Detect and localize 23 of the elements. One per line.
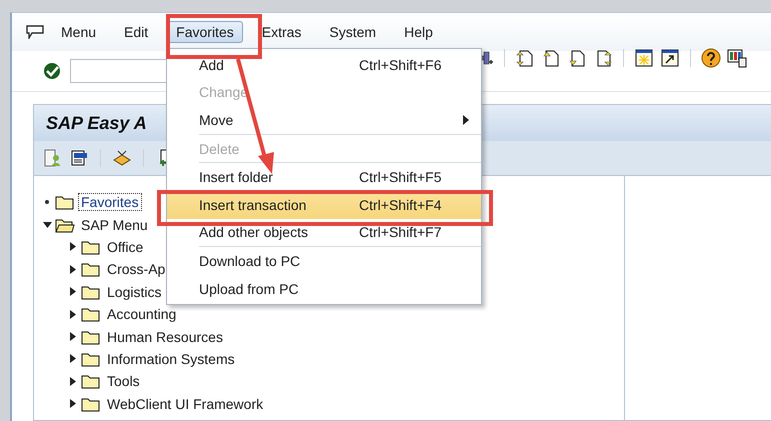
tree-item[interactable]: Logistics	[104, 282, 164, 301]
tree-item[interactable]: Human Resources	[104, 328, 226, 346]
tree-item[interactable]: Office	[104, 238, 146, 256]
tree-item[interactable]: Tools	[104, 372, 143, 390]
tree-item[interactable]: WebClient UI Framework	[104, 394, 266, 413]
dropdown-option[interactable]: Add Ctrl+Shift+F6	[167, 51, 481, 79]
menu-bar-item[interactable]: Edit	[115, 21, 158, 43]
dropdown-option[interactable]: Move	[167, 106, 481, 134]
tree-item[interactable]: Accounting	[104, 305, 180, 324]
menu-bar-item[interactable]: Menu	[52, 21, 106, 43]
menu-bar-item[interactable]: Favorites	[167, 21, 243, 43]
panel-title: SAP Easy A	[46, 112, 147, 134]
menu-bar-item[interactable]: System	[320, 21, 386, 43]
dropdown-option[interactable]: Add other objects Ctrl+Shift+F7	[167, 218, 481, 246]
dropdown-option[interactable]: Download to PC	[167, 247, 481, 275]
menu-bar-item[interactable]: Extras	[252, 21, 310, 43]
menu-bar-item[interactable]: Help	[395, 21, 442, 43]
tree-item[interactable]: Cross-Ap	[104, 260, 168, 278]
tree-item[interactable]: SAP Menu	[78, 216, 151, 234]
tree-item[interactable]: Information Systems	[104, 350, 238, 368]
tree-item[interactable]: Favorites	[78, 193, 142, 212]
dropdown-option[interactable]: Insert folder Ctrl+Shift+F5	[167, 163, 481, 191]
dropdown-option[interactable]: Upload from PC	[167, 274, 481, 302]
